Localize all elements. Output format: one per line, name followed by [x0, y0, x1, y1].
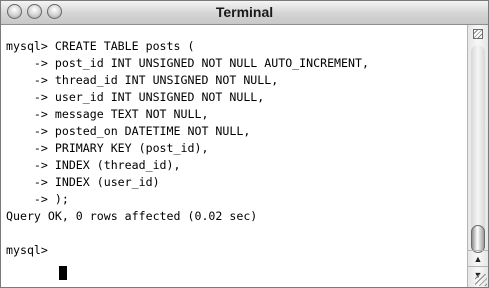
terminal-line: -> INDEX (thread_id),	[6, 158, 181, 172]
terminal-line: -> post_id INT UNSIGNED NOT NULL AUTO_IN…	[6, 56, 369, 70]
scroll-thumb[interactable]	[471, 225, 485, 253]
terminal-line: mysql> CREATE TABLE posts (	[6, 39, 195, 53]
split-pane-icon[interactable]	[473, 29, 483, 39]
terminal-line: -> posted_on DATETIME NOT NULL,	[6, 124, 251, 138]
terminal-line: -> PRIMARY KEY (post_id),	[6, 141, 209, 155]
window-title: Terminal	[215, 4, 274, 20]
terminal-prompt: mysql>	[6, 243, 55, 257]
terminal-output[interactable]: mysql> CREATE TABLE posts ( -> post_id I…	[1, 25, 467, 287]
title-bar[interactable]: Terminal	[1, 1, 488, 25]
text-cursor	[59, 266, 67, 280]
terminal-line: Query OK, 0 rows affected (0.02 sec)	[6, 209, 258, 223]
terminal-line: -> INDEX (user_id)	[6, 175, 160, 189]
vertical-scrollbar[interactable]: ▲ ▼	[467, 25, 488, 287]
resize-grip-icon[interactable]	[475, 274, 487, 286]
terminal-window: Terminal mysql> CREATE TABLE posts ( -> …	[0, 0, 489, 288]
terminal-line: -> user_id INT UNSIGNED NOT NULL,	[6, 90, 265, 104]
arrow-up-icon[interactable]: ▲	[468, 250, 488, 267]
scroll-track[interactable]	[471, 45, 485, 247]
terminal-line: -> );	[6, 192, 69, 206]
terminal-line: -> thread_id INT UNSIGNED NOT NULL,	[6, 73, 279, 87]
terminal-line: -> message TEXT NOT NULL,	[6, 107, 209, 121]
